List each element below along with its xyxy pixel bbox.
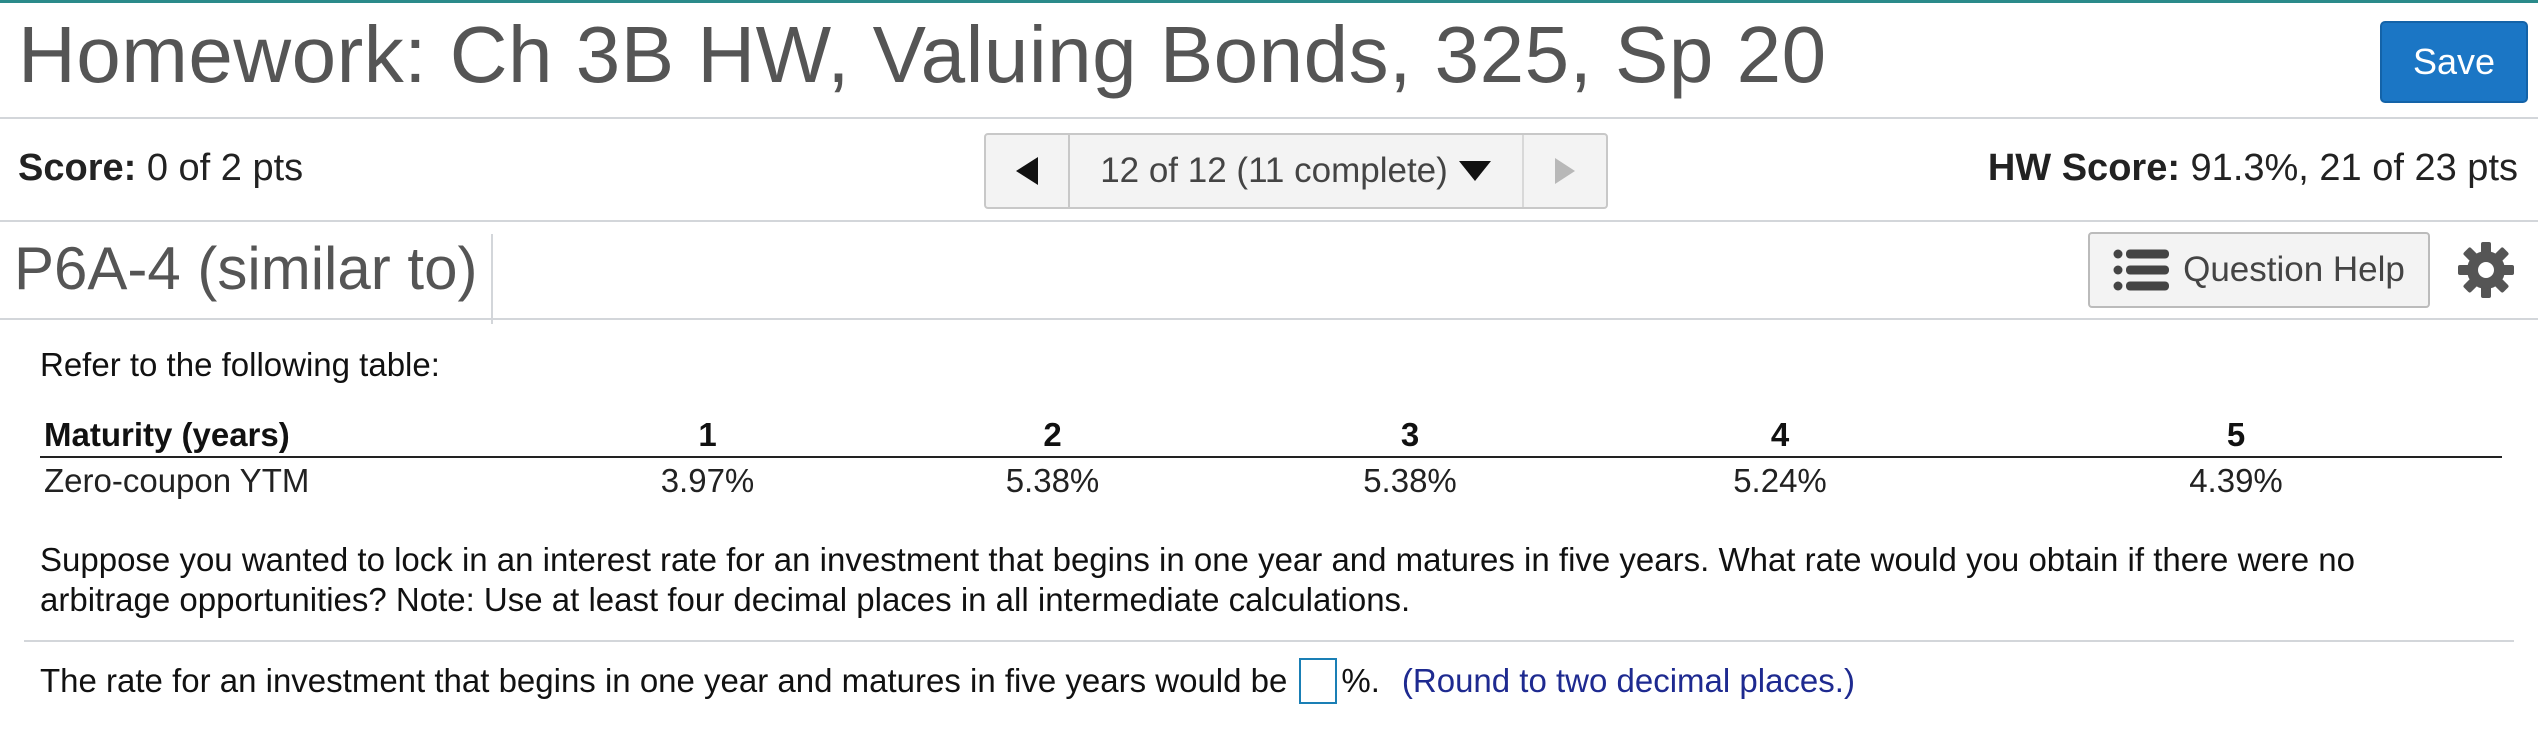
question-bar: P6A-4 (similar to) Question Help [0,222,2538,324]
score-value: 0 of 2 pts [146,147,304,189]
question-score: Score: 0 of 2 pts [18,147,303,190]
answer-prefix: The rate for an investment that begins i… [40,662,1288,699]
table-header-cell: 3 [1230,414,1590,458]
question-help-button[interactable]: Question Help [2088,232,2430,308]
question-selector-label: 12 of 12 (11 complete) [1100,151,1448,190]
intro-text: Refer to the following table: [40,346,440,383]
score-bar: Score: 0 of 2 pts 12 of 12 (11 complete)… [0,119,2538,222]
question-text: Suppose you wanted to lock in an interes… [40,541,2355,618]
table-row-label: Zero-coupon YTM [44,462,310,499]
table-header-cell: 5 [1970,414,2502,458]
table-header-row: Maturity (years) 1 2 3 4 5 [40,414,2502,458]
table-cell: 5.38% [1363,462,1457,499]
table-cell: 4.39% [2189,462,2283,499]
table-header-cell: 4 [1590,414,1970,458]
table-header-cell: Maturity (years) [40,414,540,458]
score-label: Score: [18,147,137,189]
save-button[interactable]: Save [2380,21,2528,103]
homework-score: HW Score: 91.3%, 21 of 23 pts [1988,147,2518,190]
answer-input[interactable] [1299,658,1338,704]
table-row: Zero-coupon YTM 3.97% 5.38% 5.38% 5.24% … [40,457,2502,504]
table-header-cell: 2 [875,414,1230,458]
question-selector-dropdown[interactable]: 12 of 12 (11 complete) [1070,135,1522,207]
question-id: P6A-4 (similar to) [14,234,494,324]
dropdown-triangle-icon [1458,161,1491,181]
answer-line: The rate for an investment that begins i… [40,658,1855,704]
table-cell: 5.38% [1005,462,1100,499]
left-triangle-icon [1016,157,1038,185]
table-cell: 5.24% [1733,462,1827,499]
gear-icon[interactable] [2458,242,2514,298]
ytm-table: Maturity (years) 1 2 3 4 5 Zero-coupon Y… [40,414,2502,504]
hw-score-label: HW Score: [1987,147,2180,189]
rounding-hint: (Round to two decimal places.) [1401,662,1855,699]
right-triangle-icon [1555,158,1575,184]
list-icon [2113,249,2170,291]
table-header-cell: 1 [540,414,875,458]
question-navigator: 12 of 12 (11 complete) [984,133,1608,209]
title-bar: Homework: Ch 3B HW, Valuing Bonds, 325, … [0,3,2538,119]
page-title: Homework: Ch 3B HW, Valuing Bonds, 325, … [18,10,1827,99]
next-question-button[interactable] [1522,135,1606,207]
divider [24,640,2514,642]
previous-question-button[interactable] [986,135,1070,207]
question-help-label: Question Help [2183,250,2405,289]
answer-suffix: %. [1341,662,1380,699]
table-cell: 3.97% [660,462,755,499]
hw-score-value: 91.3%, 21 of 23 pts [2190,147,2518,189]
